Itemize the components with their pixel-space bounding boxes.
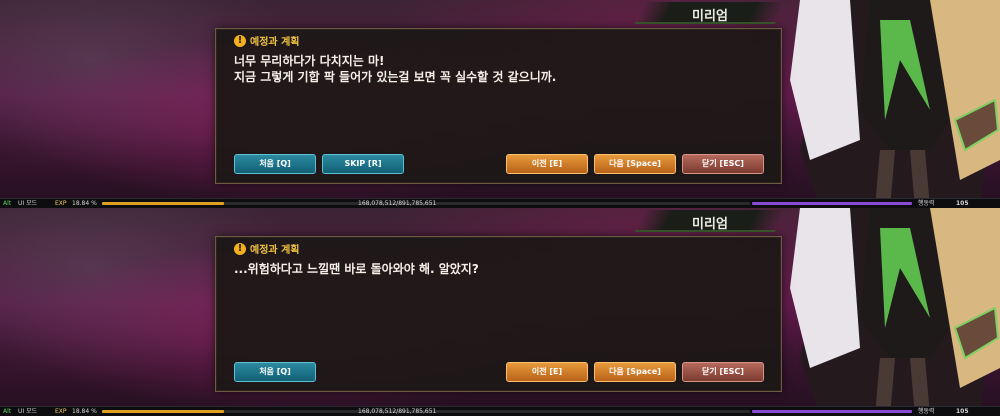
stamina-value: 105: [956, 200, 969, 207]
dialogue-box: ! 예정과 계획 ...위험하다고 느낄땐 바로 돌아와야 해. 알았지? 처음…: [215, 236, 782, 392]
speaker-name: 미리엄: [692, 217, 728, 232]
dialogue-text: 너무 무리하다가 다치지는 마! 지금 그렇게 기합 팍 들어가 있는걸 보면 …: [234, 53, 556, 85]
exp-values: 168,078,512/891,785,651: [358, 200, 437, 207]
exp-percent: 18.84 %: [72, 200, 97, 207]
exclamation-icon: !: [234, 242, 246, 255]
exp-bar-fill: [102, 410, 225, 413]
stamina-label: 행동력: [918, 200, 935, 207]
close-button[interactable]: 닫기 [ESC]: [682, 154, 764, 174]
dialogue-text: ...위험하다고 느낄땐 바로 돌아와야 해. 알았지?: [234, 261, 479, 277]
skip-button[interactable]: SKIP [R]: [322, 154, 404, 174]
speaker-nameplate: 미리엄: [634, 210, 786, 232]
prev-button[interactable]: 이전 [E]: [506, 362, 588, 382]
status-hud: Alt UI 모드 EXP 18.84 % 168,078,512/891,78…: [0, 198, 1000, 208]
dialogue-panel-1: 미리엄 ! 예정과 계획 너무 무리하다가 다치지는 마! 지금 그렇게 기합 …: [0, 0, 1000, 208]
dialogue-line: 지금 그렇게 기합 팍 들어가 있는걸 보면 꼭 실수할 것 같으니까.: [234, 70, 557, 84]
ui-mode-label[interactable]: UI 모드: [18, 407, 37, 416]
stamina-bar: [752, 202, 912, 205]
dialogue-line: 너무 무리하다가 다치지는 마!: [234, 54, 385, 68]
next-button[interactable]: 다음 [Space]: [594, 362, 676, 382]
quest-title: 예정과 계획: [250, 37, 300, 48]
stamina-value: 105: [956, 408, 969, 415]
character-miriam: [790, 208, 1000, 416]
speaker-nameplate: 미리엄: [634, 2, 786, 24]
exp-label: EXP: [55, 200, 67, 207]
dialogue-panel-2: 미리엄 ! 예정과 계획 ...위험하다고 느낄땐 바로 돌아와야 해. 알았지…: [0, 208, 1000, 416]
next-button[interactable]: 다음 [Space]: [594, 154, 676, 174]
ui-mode-label[interactable]: UI 모드: [18, 199, 37, 208]
prev-button[interactable]: 이전 [E]: [506, 154, 588, 174]
exp-percent: 18.84 %: [72, 408, 97, 415]
close-button[interactable]: 닫기 [ESC]: [682, 362, 764, 382]
first-button[interactable]: 처음 [Q]: [234, 154, 316, 174]
exp-values: 168,078,512/891,785,651: [358, 408, 437, 415]
dialogue-box: ! 예정과 계획 너무 무리하다가 다치지는 마! 지금 그렇게 기합 팍 들어…: [215, 28, 782, 184]
dialogue-header: ! 예정과 계획: [234, 33, 299, 48]
exclamation-icon: !: [234, 34, 246, 47]
character-miriam: [790, 0, 1000, 208]
dialogue-header: ! 예정과 계획: [234, 241, 299, 256]
alt-key-label: Alt: [3, 408, 12, 415]
stamina-label: 행동력: [918, 408, 935, 415]
first-button[interactable]: 처음 [Q]: [234, 362, 316, 382]
exp-label: EXP: [55, 408, 67, 415]
speaker-name: 미리엄: [692, 9, 728, 24]
quest-title: 예정과 계획: [250, 245, 300, 256]
stamina-bar: [752, 410, 912, 413]
alt-key-label: Alt: [3, 200, 12, 207]
exp-bar-fill: [102, 202, 225, 205]
dialogue-line: ...위험하다고 느낄땐 바로 돌아와야 해. 알았지?: [234, 262, 479, 276]
status-hud: Alt UI 모드 EXP 18.84 % 168,078,512/891,78…: [0, 406, 1000, 416]
